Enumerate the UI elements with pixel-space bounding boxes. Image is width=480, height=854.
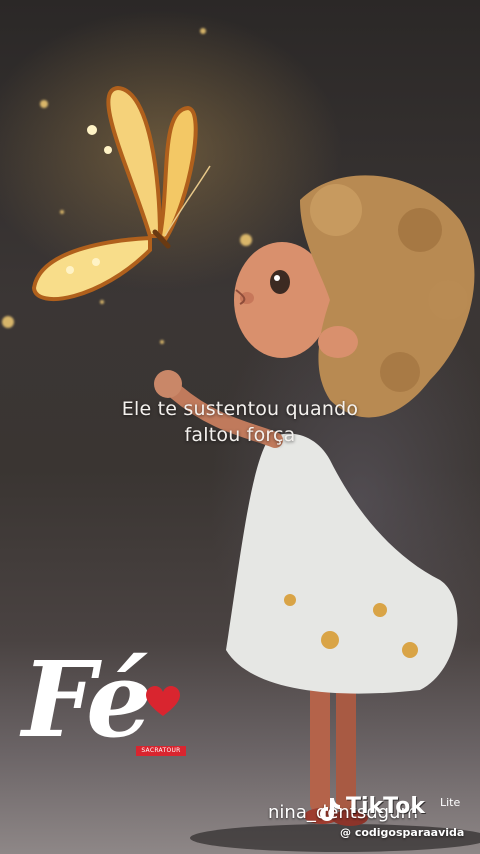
tiktok-lite-label: Lite — [440, 796, 461, 809]
tiktok-watermark: TikTok Lite — [316, 794, 476, 824]
video-frame[interactable]: Ele te sustentou quando faltou força Fé … — [0, 0, 480, 854]
caption-line-2: faltou força — [184, 424, 296, 446]
logo-tag: SACRATOUR — [136, 746, 186, 756]
caption-line-1: Ele te sustentou quando — [121, 398, 359, 420]
tiktok-note-icon — [320, 798, 340, 821]
heart-icon — [146, 686, 180, 716]
girl-hand — [154, 370, 182, 398]
butterfly-icon — [31, 85, 211, 301]
girl-leg — [310, 682, 330, 812]
girl-eye — [270, 270, 290, 294]
channel-handle[interactable]: @ codigosparaavida — [340, 826, 464, 839]
video-caption: Ele te sustentou quando faltou força — [0, 396, 480, 448]
girl-dress — [226, 433, 458, 694]
girl-leg — [336, 682, 356, 812]
logo-word: Fé — [22, 638, 152, 761]
tiktok-wordmark: TikTok — [346, 794, 426, 819]
